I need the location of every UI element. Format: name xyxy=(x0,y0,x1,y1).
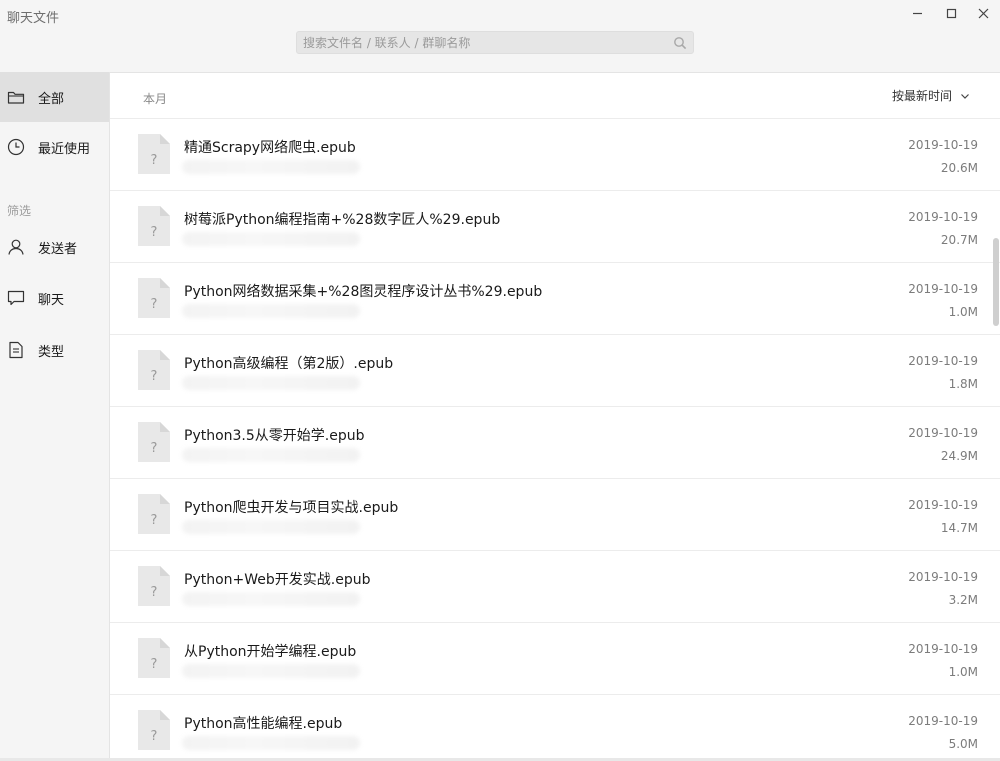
file-row[interactable]: ? Python+Web开发实战.epub 2019-10-19 3.2M xyxy=(110,551,1000,623)
svg-text:?: ? xyxy=(151,729,158,744)
clock-icon xyxy=(6,137,26,157)
svg-text:?: ? xyxy=(151,153,158,168)
file-row[interactable]: ? Python3.5从零开始学.epub 2019-10-19 24.9M xyxy=(110,407,1000,479)
sidebar-item-label: 全部 xyxy=(38,91,65,107)
file-size: 20.7M xyxy=(940,233,978,247)
maximize-icon xyxy=(946,8,956,18)
sidebar-item-all[interactable]: 全部 xyxy=(0,72,109,122)
svg-text:?: ? xyxy=(151,225,158,240)
person-icon xyxy=(6,237,26,257)
redacted-sender-info xyxy=(182,520,360,534)
file-row[interactable]: ? 精通Scrapy网络爬虫.epub 2019-10-19 20.6M xyxy=(110,119,1000,191)
search-input[interactable] xyxy=(297,32,673,53)
redacted-sender-info xyxy=(182,592,360,606)
file-list-panel: 本月 按最新时间 ? 精通Scrapy网络爬虫.epub 2019-10-19 … xyxy=(110,72,1000,761)
unknown-file-icon: ? xyxy=(138,422,170,462)
file-name: Python爬虫开发与项目实战.epub xyxy=(184,500,399,516)
file-date: 2019-10-19 xyxy=(908,210,978,224)
sidebar-item-label: 聊天 xyxy=(38,292,65,308)
redacted-sender-info xyxy=(182,736,360,750)
sidebar-item-type[interactable]: 类型 xyxy=(0,325,109,375)
svg-text:?: ? xyxy=(151,441,158,456)
file-date: 2019-10-19 xyxy=(908,642,978,656)
redacted-sender-info xyxy=(182,448,360,462)
file-date: 2019-10-19 xyxy=(908,138,978,152)
chat-icon xyxy=(6,288,26,308)
filter-section-label: 筛选 xyxy=(7,204,32,218)
redacted-sender-info xyxy=(182,304,360,318)
file-name: Python3.5从零开始学.epub xyxy=(184,428,365,444)
document-icon xyxy=(6,340,26,360)
scrollbar[interactable] xyxy=(992,72,1000,761)
file-name: 从Python开始学编程.epub xyxy=(184,644,357,660)
sort-dropdown[interactable]: 按最新时间 xyxy=(892,87,970,104)
unknown-file-icon: ? xyxy=(138,494,170,534)
sort-label: 按最新时间 xyxy=(891,89,952,103)
title-bar: 聊天文件 xyxy=(0,0,1000,73)
file-date: 2019-10-19 xyxy=(908,426,978,440)
file-size: 24.9M xyxy=(940,449,978,463)
maximize-button[interactable] xyxy=(934,0,968,26)
unknown-file-icon: ? xyxy=(138,638,170,678)
unknown-file-icon: ? xyxy=(138,134,170,174)
file-date: 2019-10-19 xyxy=(908,714,978,728)
sidebar-item-label: 发送者 xyxy=(38,241,78,257)
file-date: 2019-10-19 xyxy=(908,570,978,584)
file-name: Python网络数据采集+%28图灵程序设计丛书%29.epub xyxy=(184,284,543,300)
file-date: 2019-10-19 xyxy=(908,282,978,296)
file-row[interactable]: ? Python网络数据采集+%28图灵程序设计丛书%29.epub 2019-… xyxy=(110,263,1000,335)
redacted-sender-info xyxy=(182,376,360,390)
search-icon[interactable] xyxy=(673,36,687,50)
unknown-file-icon: ? xyxy=(138,206,170,246)
minimize-icon xyxy=(912,12,922,14)
svg-text:?: ? xyxy=(151,513,158,528)
redacted-sender-info xyxy=(182,160,360,174)
file-size: 1.0M xyxy=(948,665,978,679)
file-list: ? 精通Scrapy网络爬虫.epub 2019-10-19 20.6M ? 树… xyxy=(110,119,1000,761)
file-size: 14.7M xyxy=(940,521,978,535)
scrollbar-thumb[interactable] xyxy=(993,238,999,326)
file-size: 5.0M xyxy=(948,737,978,751)
sidebar-item-label: 最近使用 xyxy=(38,141,91,157)
file-date: 2019-10-19 xyxy=(908,498,978,512)
file-row[interactable]: ? 树莓派Python编程指南+%28数字匠人%29.epub 2019-10-… xyxy=(110,191,1000,263)
file-size: 3.2M xyxy=(948,593,978,607)
unknown-file-icon: ? xyxy=(138,278,170,318)
file-size: 20.6M xyxy=(940,161,978,175)
redacted-sender-info xyxy=(182,232,360,246)
chevron-down-icon xyxy=(961,93,969,99)
svg-text:?: ? xyxy=(151,657,158,672)
svg-text:?: ? xyxy=(151,585,158,600)
file-name: Python高级编程（第2版）.epub xyxy=(184,356,394,372)
sidebar-item-recent[interactable]: 最近使用 xyxy=(0,122,109,172)
close-button[interactable] xyxy=(966,0,1000,26)
sidebar-item-chat[interactable]: 聊天 xyxy=(0,273,109,323)
folder-icon xyxy=(6,87,26,107)
search-box[interactable] xyxy=(296,31,694,54)
unknown-file-icon: ? xyxy=(138,566,170,606)
sidebar-item-sender[interactable]: 发送者 xyxy=(0,222,109,272)
minimize-button[interactable] xyxy=(900,0,934,26)
file-row[interactable]: ? Python高性能编程.epub 2019-10-19 5.0M xyxy=(110,695,1000,761)
unknown-file-icon: ? xyxy=(138,710,170,750)
file-row[interactable]: ? Python爬虫开发与项目实战.epub 2019-10-19 14.7M xyxy=(110,479,1000,551)
file-name: Python高性能编程.epub xyxy=(184,716,343,732)
svg-text:?: ? xyxy=(151,369,158,384)
file-size: 1.0M xyxy=(948,305,978,319)
sidebar: 全部 最近使用 筛选 发送者 聊天 类型 xyxy=(0,72,110,761)
file-name: 精通Scrapy网络爬虫.epub xyxy=(184,140,356,156)
file-row[interactable]: ? Python高级编程（第2版）.epub 2019-10-19 1.8M xyxy=(110,335,1000,407)
file-name: Python+Web开发实战.epub xyxy=(184,572,371,588)
redacted-sender-info xyxy=(182,664,360,678)
svg-text:?: ? xyxy=(151,297,158,312)
unknown-file-icon: ? xyxy=(138,350,170,390)
file-date: 2019-10-19 xyxy=(908,354,978,368)
file-row[interactable]: ? 从Python开始学编程.epub 2019-10-19 1.0M xyxy=(110,623,1000,695)
sidebar-item-label: 类型 xyxy=(38,344,65,360)
file-name: 树莓派Python编程指南+%28数字匠人%29.epub xyxy=(184,212,501,228)
close-icon xyxy=(978,8,988,18)
month-group-label: 本月 xyxy=(143,92,168,106)
file-size: 1.8M xyxy=(948,377,978,391)
window-title: 聊天文件 xyxy=(7,11,60,26)
